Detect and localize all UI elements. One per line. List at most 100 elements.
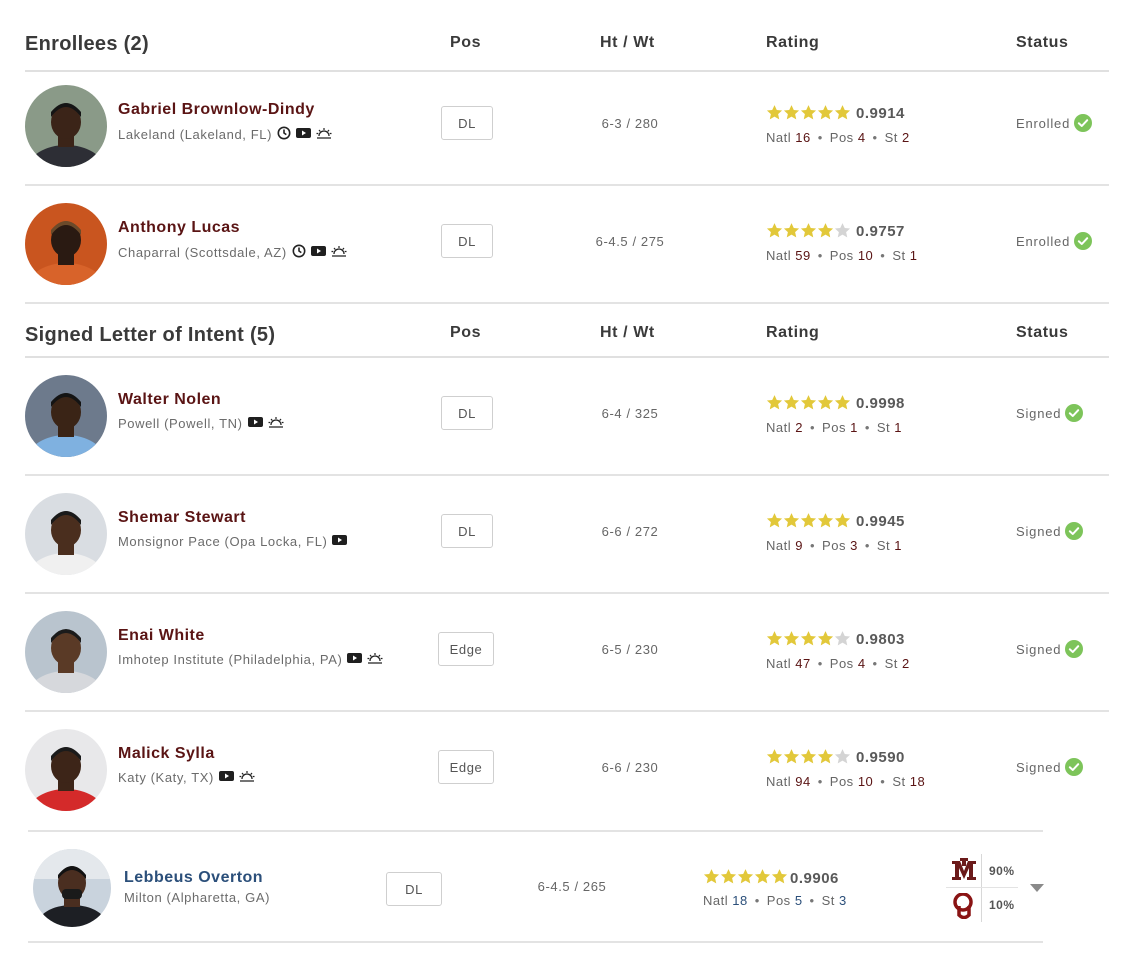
video-icon[interactable] xyxy=(247,416,263,431)
rating-score: 0.9914 xyxy=(856,105,905,122)
rankings: Natl 2 • Pos 1 • St 1 xyxy=(766,420,903,435)
player-name[interactable]: Shemar Stewart xyxy=(118,509,246,527)
clock-icon[interactable] xyxy=(277,126,291,143)
position-badge: Edge xyxy=(438,750,494,784)
status-badge: Signed xyxy=(1016,522,1084,540)
player-school: Imhotep Institute (Philadelphia, PA) xyxy=(118,652,383,667)
sunrise-icon[interactable] xyxy=(316,127,332,142)
st-label: St xyxy=(876,420,891,435)
position-badge: DL xyxy=(441,106,493,140)
avatar[interactable] xyxy=(25,375,107,457)
player-name[interactable]: Walter Nolen xyxy=(118,391,221,409)
check-icon xyxy=(1061,758,1084,776)
pos-label: Pos xyxy=(766,893,791,908)
natl-label: Natl xyxy=(766,248,792,263)
status-label: Enrolled xyxy=(1016,233,1071,249)
pos-label: Pos xyxy=(829,248,854,263)
st-rank: 3 xyxy=(839,893,847,908)
star-rating xyxy=(766,394,851,411)
player-school: Powell (Powell, TN) xyxy=(118,416,284,431)
clock-icon[interactable] xyxy=(292,244,306,261)
player-row[interactable]: Enai White Imhotep Institute (Philadelph… xyxy=(25,594,1109,712)
st-label: St xyxy=(821,893,835,908)
sunrise-icon[interactable] xyxy=(367,652,383,667)
avatar[interactable] xyxy=(25,729,107,811)
natl-rank: 9 xyxy=(795,538,803,553)
player-school: Katy (Katy, TX) xyxy=(118,770,255,785)
st-label: St xyxy=(884,130,898,145)
check-icon xyxy=(1070,114,1093,132)
st-rank: 1 xyxy=(894,538,903,553)
player-row[interactable]: Walter Nolen Powell (Powell, TN) DL 6-4 … xyxy=(25,358,1109,476)
rankings: Natl 9 • Pos 3 • St 1 xyxy=(766,538,903,553)
natl-label: Natl xyxy=(766,656,792,671)
st-rank: 1 xyxy=(909,248,918,263)
height-weight: 6-4.5 / 265 xyxy=(537,879,607,894)
player-row[interactable]: Anthony Lucas Chaparral (Scottsdale, AZ)… xyxy=(25,186,1109,304)
player-row[interactable]: Shemar Stewart Monsignor Pace (Opa Locka… xyxy=(25,476,1109,594)
rating-score: 0.9945 xyxy=(856,513,905,530)
col-rating: Rating xyxy=(766,34,820,51)
status-badge: Enrolled xyxy=(1016,232,1093,250)
height-weight: 6-6 / 272 xyxy=(601,524,659,539)
pos-label: Pos xyxy=(822,538,846,553)
player-name[interactable]: Malick Sylla xyxy=(118,745,215,763)
natl-label: Natl xyxy=(766,420,792,435)
texas-am-logo xyxy=(951,857,977,886)
player-name[interactable]: Anthony Lucas xyxy=(118,219,240,237)
player-name[interactable]: Gabriel Brownlow-Dindy xyxy=(118,101,315,119)
school-label: Imhotep Institute (Philadelphia, PA) xyxy=(118,652,343,667)
video-icon[interactable] xyxy=(310,245,326,260)
video-icon[interactable] xyxy=(218,770,234,785)
st-rank: 18 xyxy=(909,774,926,789)
rating-score: 0.9590 xyxy=(856,749,905,766)
player-name[interactable]: Enai White xyxy=(118,627,205,645)
status-badge: Signed xyxy=(1016,758,1084,776)
rating-score: 0.9803 xyxy=(856,631,905,648)
player-row[interactable]: Gabriel Brownlow-Dindy Lakeland (Lakelan… xyxy=(25,68,1109,186)
st-rank: 2 xyxy=(902,130,910,145)
chevron-down-icon[interactable] xyxy=(1030,884,1044,892)
st-label: St xyxy=(892,774,906,789)
prediction-divider xyxy=(946,887,1018,888)
avatar[interactable] xyxy=(25,85,107,167)
check-icon xyxy=(1070,232,1093,250)
player-row[interactable]: Malick Sylla Katy (Katy, TX) Edge 6-6 / … xyxy=(25,712,1109,830)
height-weight: 6-3 / 280 xyxy=(601,116,659,131)
rating-score: 0.9998 xyxy=(856,395,905,412)
col-status: Status xyxy=(1016,34,1069,51)
player-school: Lakeland (Lakeland, FL) xyxy=(118,126,332,143)
star-rating xyxy=(766,222,851,239)
check-icon xyxy=(1061,640,1084,658)
pos-rank: 5 xyxy=(794,893,803,908)
player-name[interactable]: Lebbeus Overton xyxy=(124,869,263,887)
sunrise-icon[interactable] xyxy=(239,770,255,785)
position-badge: DL xyxy=(441,224,493,258)
player-school: Monsignor Pace (Opa Locka, FL) xyxy=(118,534,348,549)
star-rating xyxy=(703,868,788,885)
video-icon[interactable] xyxy=(332,534,348,549)
avatar[interactable] xyxy=(25,493,107,575)
video-icon[interactable] xyxy=(347,652,363,667)
avatar[interactable] xyxy=(25,611,107,693)
position-badge: DL xyxy=(441,514,493,548)
position-badge: DL xyxy=(441,396,493,430)
status-badge: Enrolled xyxy=(1016,114,1093,132)
sunrise-icon[interactable] xyxy=(268,416,284,431)
sunrise-icon[interactable] xyxy=(331,245,347,260)
st-label: St xyxy=(876,538,891,553)
video-icon[interactable] xyxy=(296,127,312,142)
prospect-row[interactable]: Lebbeus Overton Milton (Alpharetta, GA) … xyxy=(28,830,1044,943)
avatar[interactable] xyxy=(25,203,107,285)
rankings: Natl 16 • Pos 4 • St 2 xyxy=(766,130,910,145)
col-pos: Pos xyxy=(450,324,482,341)
signed-title: Signed Letter of Intent (5) xyxy=(25,324,276,346)
status-label: Signed xyxy=(1016,523,1062,539)
oklahoma-logo xyxy=(953,892,975,924)
star-rating xyxy=(766,512,851,529)
star-rating xyxy=(766,748,851,765)
col-status: Status xyxy=(1016,324,1069,341)
col-rating: Rating xyxy=(766,324,820,341)
avatar[interactable] xyxy=(33,849,111,927)
school-label: Katy (Katy, TX) xyxy=(118,770,214,785)
